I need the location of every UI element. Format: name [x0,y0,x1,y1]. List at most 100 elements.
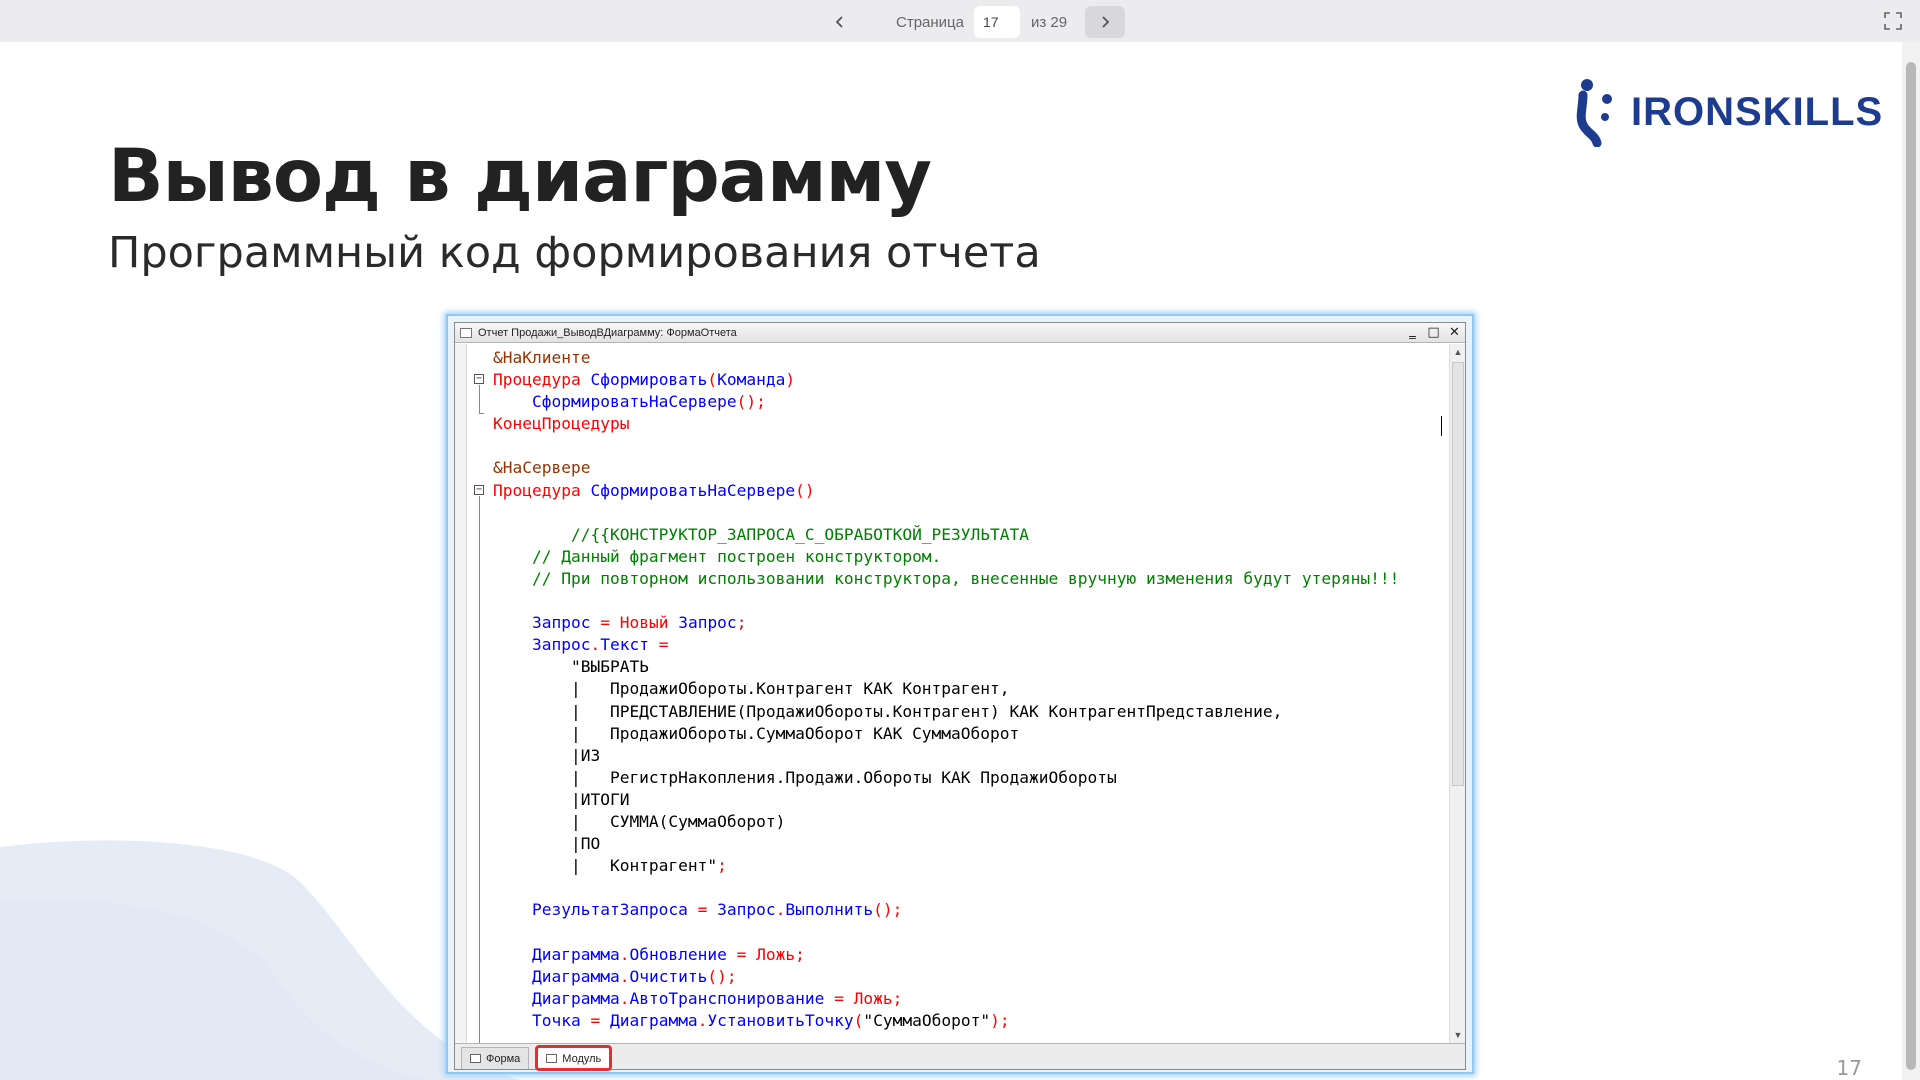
code-line[interactable]: Точка = Диаграмма.УстановитьТочку("Сумма… [493,1010,1399,1032]
code-line[interactable]: СформироватьНаСервере(); [493,391,1399,413]
code-line[interactable]: Диаграмма.Обновление = Ложь; [493,944,1399,966]
code-token: ) [785,370,796,390]
code-token: ; [892,988,903,1008]
code-token: Текст [600,635,649,655]
code-line[interactable]: //{{КОНСТРУКТОР_ЗАПРОСА_С_ОБРАБОТКОЙ_РЕЗ… [493,524,1399,546]
fold-toggle-icon[interactable]: − [474,485,484,495]
viewer-scrollbar-thumb[interactable] [1906,62,1916,1070]
code-line[interactable]: Запрос.Текст = [493,634,1399,656]
editor-gutter [455,344,467,1043]
fold-line-end [479,413,484,414]
code-token: . [590,635,601,655]
next-page-button[interactable] [1085,6,1126,38]
code-token: Очистить [629,966,708,986]
chevron-right-icon [1102,16,1110,28]
code-token: | Контрагент" [493,856,718,876]
fold-line [479,385,480,413]
code-line[interactable]: Диаграмма.Очистить(); [493,966,1399,988]
editor-scrollbar[interactable]: ▲ ▼ [1449,344,1465,1043]
tab-form[interactable]: Форма [461,1047,530,1069]
code-line[interactable]: |ПО [493,833,1399,855]
code-line[interactable]: &НаСервере [493,457,1399,479]
code-token: . [619,944,630,964]
brand-logo: IRONSKILLS [1575,77,1883,147]
code-line[interactable]: | ПРЕДСТАВЛЕНИЕ(ПродажиОбороты.Контраген… [493,701,1399,723]
code-token: Новый [619,613,679,633]
code-line[interactable]: | СУММА(СуммаОборот) [493,811,1399,833]
code-line[interactable] [493,921,1399,943]
code-line[interactable]: Запрос = Новый Запрос; [493,612,1399,634]
code-token: ; [736,613,747,633]
code-line[interactable]: |ИЗ [493,745,1399,767]
form-icon [470,1054,481,1063]
code-token: &НаКлиенте [493,348,591,367]
fullscreen-icon[interactable] [1884,12,1902,30]
code-line[interactable]: Процедура СформироватьНаСервере() [493,480,1399,502]
code-editor[interactable]: − − &НаКлиенте Процедура Сформировать(Ком… [455,344,1465,1043]
code-token: Ложь [756,944,796,964]
code-line[interactable]: |ИТОГИ [493,789,1399,811]
window-tabs: Форма Модуль [455,1043,1465,1071]
code-line[interactable] [493,590,1399,612]
close-icon[interactable]: ✕ [1448,325,1461,340]
code-token: Ложь [853,988,893,1008]
code-line[interactable]: // Данный фрагмент построен конструкторо… [493,546,1399,568]
code-line[interactable]: РезультатЗапроса = Запрос.Выполнить(); [493,899,1399,921]
scroll-down-icon[interactable]: ▼ [1450,1027,1465,1043]
code-token: //{{КОНСТРУКТОР_ЗАПРОСА_С_ОБРАБОТКОЙ_РЕЗ… [493,524,1030,544]
code-line[interactable]: "ВЫБРАТЬ [493,656,1399,678]
code-line[interactable]: КонецПроцедуры [493,413,1399,435]
window-title: Отчет Продажи_ВыводВДиаграмму: ФормаОтче… [478,326,737,339]
code-token: Диаграмма [531,966,620,986]
code-token: КонецПроцедуры [493,414,630,434]
fold-line [479,496,480,1043]
code-token: ( [707,370,718,390]
code-line[interactable]: Процедура Сформировать(Команда) [493,369,1399,391]
maximize-icon[interactable]: □ [1427,325,1440,340]
editor-scrollbar-thumb[interactable] [1452,362,1464,786]
code-token: = [648,635,669,655]
code-token: Процедура [493,480,591,500]
code-token: . [775,900,786,920]
minimize-icon[interactable]: ‗ [1406,325,1419,340]
page-number-input[interactable] [973,6,1020,38]
code-token: (); [707,966,737,986]
code-line[interactable]: | ПродажиОбороты.Контрагент КАК Контраге… [493,678,1399,700]
code-token: Запрос [531,613,591,633]
code-line[interactable]: Диаграмма.АвтоТранспонирование = Ложь; [493,988,1399,1010]
code-token: = [590,613,620,633]
code-line[interactable]: // При повторном использовании конструкт… [493,568,1399,590]
code-token: () [795,480,815,500]
ironskills-logo-icon [1576,79,1612,147]
viewer-toolbar: Страница из 29 [0,0,1920,42]
code-token: = [580,1010,610,1030]
code-text[interactable]: &НаКлиенте Процедура Сформировать(Команда… [493,347,1399,1032]
fold-toggle-icon[interactable]: − [474,374,484,384]
code-line[interactable]: | РегистрНакопления.Продажи.Обороты КАК … [493,767,1399,789]
code-token: |ПО [493,834,601,854]
code-token: . [619,966,630,986]
scroll-up-icon[interactable]: ▲ [1450,344,1465,360]
code-line[interactable]: &НаКлиенте [493,347,1399,369]
code-token: Запрос [531,635,591,655]
code-line[interactable] [493,435,1399,457]
window-controls: ‗ □ ✕ [1406,325,1461,340]
code-line[interactable]: | Контрагент"; [493,855,1399,877]
code-token: РезультатЗапроса [531,900,688,920]
code-token: Точка [531,1010,581,1030]
code-token: ; [795,944,805,964]
code-line[interactable] [493,877,1399,899]
viewer-scrollbar[interactable] [1902,42,1920,1080]
code-line[interactable]: | ПродажиОбороты.СуммаОборот КАК СуммаОб… [493,723,1399,745]
code-token: (); [873,900,903,920]
code-token: | ПродажиОбороты.СуммаОборот КАК СуммаОб… [493,723,1020,743]
code-line[interactable] [493,502,1399,524]
code-token: "ВЫБРАТЬ [493,657,649,677]
tab-module[interactable]: Модуль [535,1045,613,1071]
prev-page-button[interactable] [820,6,860,38]
